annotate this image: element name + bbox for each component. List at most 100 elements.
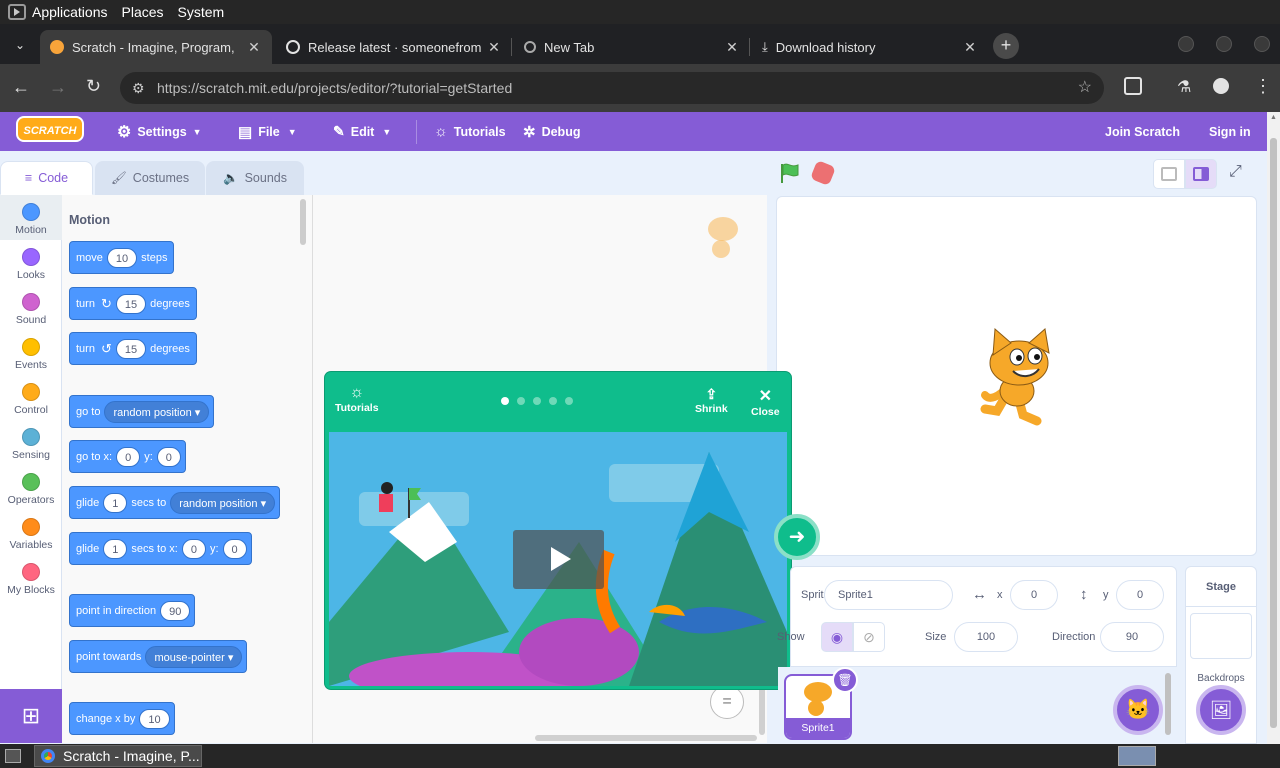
block-point-towards[interactable]: point towards mouse-pointer ▾ <box>69 640 248 673</box>
menu-places[interactable]: Places <box>122 4 164 20</box>
scratch-cat-sprite[interactable] <box>967 325 1067 431</box>
gnome-foot-icon[interactable] <box>8 4 26 20</box>
bookmark-star-icon[interactable]: ☆ <box>1078 72 1092 104</box>
step-dot[interactable] <box>517 397 525 405</box>
tutorials-button[interactable]: ☼ Tutorials <box>335 384 379 414</box>
show-hidden-button[interactable]: ⊘ <box>853 622 885 652</box>
block-input[interactable]: 10 <box>139 708 170 729</box>
block-input[interactable]: 15 <box>115 293 147 314</box>
add-extension-button[interactable]: ⊞ <box>0 689 62 743</box>
address-bar[interactable]: ⚙ https://scratch.mit.edu/projects/edito… <box>120 72 1104 104</box>
block-go-to-xy[interactable]: go to x: 0 y: 0 <box>69 440 186 473</box>
stop-sign-icon[interactable] <box>809 159 837 187</box>
show-desktop-icon[interactable] <box>5 749 21 763</box>
settings-menu[interactable]: ⚙ Settings ▼ <box>117 112 202 151</box>
block-dropdown[interactable]: mouse-pointer ▾ <box>145 645 243 668</box>
category-my-blocks[interactable]: My Blocks <box>0 563 62 596</box>
tab-sounds[interactable]: 🔈 Sounds <box>206 161 304 195</box>
forward-arrow-icon[interactable]: → <box>49 77 67 98</box>
tab-close-icon[interactable]: ✕ <box>244 39 264 56</box>
window-minimize-icon[interactable] <box>1178 36 1194 52</box>
block-input[interactable]: 0 <box>116 446 141 467</box>
step-dot[interactable] <box>565 397 573 405</box>
taskbar-window-button[interactable]: Scratch - Imagine, P... <box>34 745 202 767</box>
category-control[interactable]: Control <box>0 383 62 416</box>
show-visible-button[interactable]: ◉ <box>821 622 853 652</box>
tab-release[interactable]: Release latest · someonefrom ✕ <box>276 30 512 64</box>
tab-code[interactable]: ≡ Code <box>0 161 93 195</box>
block-dropdown[interactable]: random position ▾ <box>170 491 276 514</box>
size-input[interactable]: 100 <box>954 622 1018 652</box>
sign-in-link[interactable]: Sign in <box>1209 112 1251 151</box>
tab-close-icon[interactable]: ✕ <box>722 39 742 56</box>
tab-scratch[interactable]: Scratch - Imagine, Program, ✕ <box>40 30 272 64</box>
delete-sprite-trash-icon[interactable]: 🗑 <box>832 667 858 693</box>
tab-close-icon[interactable]: ✕ <box>484 39 504 56</box>
video-play-button[interactable] <box>513 530 604 589</box>
block-input[interactable]: 0 <box>181 538 206 559</box>
category-operators[interactable]: Operators <box>0 473 62 506</box>
y-input[interactable]: 0 <box>1116 580 1164 610</box>
block-go-to[interactable]: go to random position ▾ <box>69 395 215 428</box>
palette-scrollbar[interactable] <box>300 199 306 245</box>
window-close-icon[interactable] <box>1254 36 1270 52</box>
tutorials-menu[interactable]: ☼ Tutorials <box>434 112 506 151</box>
step-dot-active[interactable] <box>501 397 509 405</box>
category-looks[interactable]: Looks <box>0 248 62 281</box>
normal-stage-button[interactable] <box>1185 159 1217 189</box>
block-input[interactable]: 0 <box>156 446 181 467</box>
category-variables[interactable]: Variables <box>0 518 62 551</box>
extensions-icon[interactable] <box>1124 77 1142 95</box>
tutorial-next-step-button[interactable]: ➜ <box>774 514 820 560</box>
tab-close-icon[interactable]: ✕ <box>960 39 980 56</box>
tutorial-video[interactable] <box>329 432 787 686</box>
back-arrow-icon[interactable]: ← <box>12 77 30 98</box>
category-sound[interactable]: Sound <box>0 293 62 326</box>
menu-applications[interactable]: Applications <box>32 4 108 20</box>
new-tab-button[interactable]: + <box>993 33 1019 59</box>
block-glide-to[interactable]: glide 1 secs to random position ▾ <box>69 486 281 519</box>
tab-download-history[interactable]: ⤓ Download history ✕ <box>752 30 988 64</box>
join-scratch-link[interactable]: Join Scratch <box>1105 112 1180 151</box>
tab-list-chevron-icon[interactable]: ⌄ <box>8 33 32 57</box>
tab-costumes[interactable]: 🖌 Costumes <box>95 161 205 195</box>
edit-menu[interactable]: ✎ Edit ▼ <box>333 112 391 151</box>
small-stage-button[interactable] <box>1153 159 1185 189</box>
profile-avatar-icon[interactable] <box>1213 78 1229 94</box>
block-turn-right[interactable]: turn ↻ 15 degrees <box>69 287 197 320</box>
category-motion[interactable]: Motion <box>0 203 62 236</box>
block-change-x-by[interactable]: change x by 10 <box>69 702 175 735</box>
x-input[interactable]: 0 <box>1010 580 1058 610</box>
close-button[interactable]: ✕ Close <box>751 386 780 418</box>
block-input[interactable]: 90 <box>160 600 191 621</box>
tab-new-tab[interactable]: New Tab ✕ <box>514 30 750 64</box>
window-maximize-icon[interactable] <box>1216 36 1232 52</box>
labs-flask-icon[interactable]: ⚗ <box>1177 77 1191 97</box>
block-move-steps[interactable]: move 10 steps <box>69 241 175 274</box>
site-settings-icon[interactable]: ⚙ <box>132 72 145 104</box>
page-scrollbar[interactable]: ▲ <box>1267 112 1280 744</box>
fullscreen-icon[interactable]: ⤢ <box>1229 163 1242 181</box>
workspace-switcher[interactable] <box>1118 746 1156 766</box>
block-input[interactable]: 1 <box>103 492 128 513</box>
step-dot[interactable] <box>533 397 541 405</box>
sprite-list-scrollbar[interactable] <box>1165 673 1171 735</box>
step-dot[interactable] <box>549 397 557 405</box>
scratch-logo[interactable]: SCRATCH <box>16 116 84 142</box>
direction-input[interactable]: 90 <box>1100 622 1164 652</box>
block-dropdown[interactable]: random position ▾ <box>104 400 210 423</box>
stage-selector-panel[interactable]: Stage Backdrops 🖼 <box>1185 566 1257 744</box>
block-input[interactable]: 0 <box>222 538 247 559</box>
sprite-name-input[interactable]: Sprite1 <box>824 580 953 610</box>
shrink-button[interactable]: ⇪ Shrink <box>695 386 728 415</box>
debug-menu[interactable]: ✲ Debug <box>523 112 580 151</box>
choose-backdrop-button[interactable]: 🖼 <box>1196 685 1246 735</box>
block-turn-left[interactable]: turn ↺ 15 degrees <box>69 332 197 365</box>
block-input[interactable]: 15 <box>115 338 147 359</box>
menu-system[interactable]: System <box>178 4 225 20</box>
workspace-hscrollbar[interactable] <box>535 735 757 741</box>
file-menu[interactable]: ▤ File ▼ <box>238 112 297 151</box>
block-input[interactable]: 10 <box>106 247 138 268</box>
backdrop-thumbnail[interactable] <box>1190 613 1252 659</box>
stage-canvas[interactable] <box>776 196 1257 556</box>
